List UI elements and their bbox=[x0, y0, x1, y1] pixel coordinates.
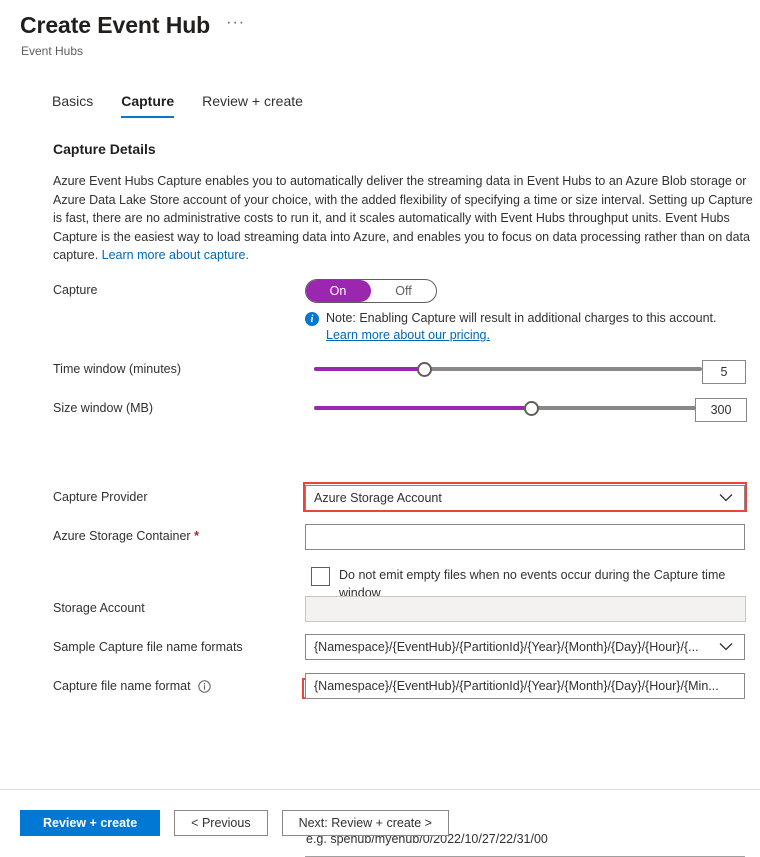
info-icon: i bbox=[305, 312, 319, 326]
page-title: Create Event Hub bbox=[20, 12, 211, 38]
size-window-value[interactable]: 300 bbox=[695, 398, 747, 422]
section-title: Capture Details bbox=[53, 141, 156, 157]
capture-toggle[interactable]: On Off bbox=[305, 279, 437, 303]
size-window-slider-thumb[interactable] bbox=[524, 401, 539, 416]
previous-button[interactable]: < Previous bbox=[174, 810, 268, 836]
tab-capture[interactable]: Capture bbox=[107, 92, 188, 118]
note-body: Note: Enabling Capture will result in ad… bbox=[326, 310, 717, 344]
capture-provider-dropdown[interactable]: Azure Storage Account bbox=[305, 485, 745, 511]
capture-toggle-on-option[interactable]: On bbox=[306, 280, 371, 302]
required-asterisk: * bbox=[194, 529, 199, 543]
file-name-format-label: Capture file name format bbox=[53, 678, 211, 695]
next-review-create-button[interactable]: Next: Review + create > bbox=[281, 810, 449, 836]
storage-container-label: Azure Storage Container * bbox=[53, 528, 199, 545]
footer-divider bbox=[0, 789, 760, 790]
size-window-slider-fill bbox=[314, 406, 531, 410]
file-name-format-label-text: Capture file name format bbox=[53, 679, 191, 693]
storage-account-input bbox=[305, 596, 746, 622]
breadcrumb-subtitle: Event Hubs bbox=[21, 44, 84, 58]
capture-provider-label: Capture Provider bbox=[53, 490, 148, 504]
capture-label: Capture bbox=[53, 283, 98, 297]
sample-formats-label: Sample Capture file name formats bbox=[53, 640, 243, 654]
capture-toggle-off-option[interactable]: Off bbox=[371, 284, 436, 298]
time-window-slider-fill bbox=[314, 367, 424, 371]
time-window-slider-thumb[interactable] bbox=[417, 362, 432, 377]
time-window-label: Time window (minutes) bbox=[53, 362, 182, 376]
page-header: Create Event Hub ··· Event Hubs bbox=[0, 0, 760, 59]
size-window-label: Size window (MB) bbox=[53, 401, 154, 415]
tab-basics[interactable]: Basics bbox=[52, 92, 107, 118]
time-window-slider[interactable] bbox=[314, 359, 702, 379]
review-create-button[interactable]: Review + create bbox=[20, 810, 161, 836]
capture-charges-note: i Note: Enabling Capture will result in … bbox=[305, 310, 735, 344]
file-name-format-input[interactable]: {Namespace}/{EventHub}/{PartitionId}/{Ye… bbox=[305, 673, 745, 699]
title-row: Create Event Hub ··· bbox=[0, 0, 760, 40]
size-window-slider[interactable] bbox=[314, 398, 702, 418]
storage-account-label: Storage Account bbox=[53, 601, 145, 615]
time-window-value[interactable]: 5 bbox=[702, 360, 746, 384]
learn-more-capture-link[interactable]: Learn more about capture. bbox=[102, 248, 249, 262]
wizard-footer: Review + create < Previous Next: Review … bbox=[20, 810, 449, 836]
empty-files-checkbox[interactable] bbox=[311, 567, 330, 586]
note-text: Note: Enabling Capture will result in ad… bbox=[326, 311, 717, 325]
wizard-tabs: Basics Capture Review + create bbox=[52, 92, 317, 118]
storage-container-label-text: Azure Storage Container bbox=[53, 529, 191, 543]
sample-formats-dropdown[interactable]: {Namespace}/{EventHub}/{PartitionId}/{Ye… bbox=[305, 634, 745, 660]
pricing-link[interactable]: Learn more about our pricing. bbox=[326, 328, 490, 342]
storage-container-input[interactable] bbox=[305, 524, 745, 550]
more-options-icon[interactable]: ··· bbox=[222, 12, 249, 39]
intro-paragraph: Azure Event Hubs Capture enables you to … bbox=[53, 172, 753, 265]
info-outline-icon[interactable] bbox=[197, 680, 211, 693]
tab-review-create[interactable]: Review + create bbox=[188, 92, 317, 118]
